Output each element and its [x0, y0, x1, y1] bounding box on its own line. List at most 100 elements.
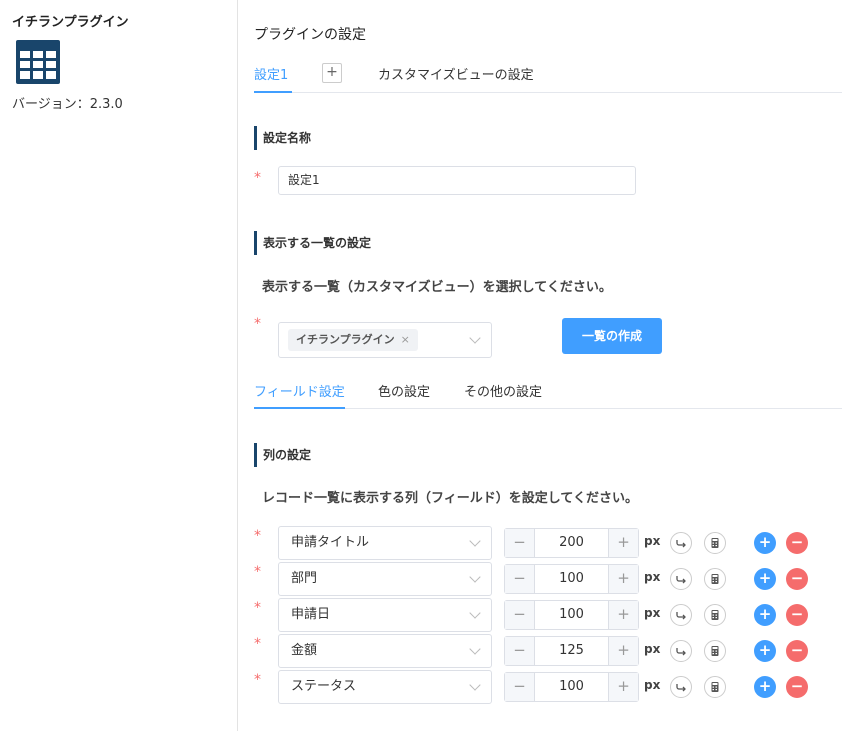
- decrement-button[interactable]: −: [505, 529, 535, 557]
- add-row-button[interactable]: +: [754, 604, 776, 626]
- wrap-arrow-icon: [676, 612, 686, 620]
- required-mark: *: [254, 672, 261, 688]
- calculator-button[interactable]: [704, 532, 726, 554]
- tag-close-icon[interactable]: ×: [401, 333, 410, 346]
- tab-field-settings[interactable]: フィールド設定: [254, 381, 345, 409]
- plus-icon: +: [758, 533, 772, 551]
- tag-label: イチランプラグイン: [296, 333, 395, 346]
- chevron-down-icon: [469, 535, 481, 547]
- remove-row-button[interactable]: −: [786, 604, 808, 626]
- width-stepper: − 100 +: [504, 672, 639, 702]
- width-input[interactable]: 200: [535, 529, 608, 557]
- wrap-toggle-button[interactable]: [670, 604, 692, 626]
- increment-button[interactable]: +: [608, 673, 638, 701]
- width-input[interactable]: 100: [535, 673, 608, 701]
- table-grid-icon: [16, 40, 60, 84]
- required-mark: *: [254, 600, 261, 616]
- calculator-button[interactable]: [704, 568, 726, 590]
- chevron-down-icon: [469, 643, 481, 655]
- width-input[interactable]: 100: [535, 601, 608, 629]
- minus-icon: −: [790, 533, 804, 551]
- chevron-down-icon: [469, 607, 481, 619]
- column-row: * 部門 − 100 + px + −: [254, 562, 842, 596]
- add-tab-button[interactable]: +: [322, 63, 342, 83]
- required-mark: *: [254, 316, 261, 332]
- section-header-setting-name: 設定名称: [254, 126, 311, 150]
- width-input[interactable]: 125: [535, 637, 608, 665]
- tab-color-settings[interactable]: 色の設定: [378, 381, 430, 409]
- field-select-value: 金額: [291, 643, 318, 658]
- increment-button[interactable]: +: [608, 529, 638, 557]
- calculator-button[interactable]: [704, 604, 726, 626]
- field-select[interactable]: 申請タイトル: [278, 526, 492, 560]
- unit-label: px: [644, 570, 661, 584]
- add-row-button[interactable]: +: [754, 568, 776, 590]
- increment-button[interactable]: +: [608, 601, 638, 629]
- view-multi-select[interactable]: イチランプラグイン ×: [278, 322, 492, 358]
- field-select-value: ステータス: [291, 679, 357, 694]
- remove-row-button[interactable]: −: [786, 532, 808, 554]
- increment-button[interactable]: +: [608, 565, 638, 593]
- remove-row-button[interactable]: −: [786, 568, 808, 590]
- required-mark: *: [254, 528, 261, 544]
- field-select-value: 申請タイトル: [291, 535, 370, 550]
- field-select-value: 申請日: [291, 607, 331, 622]
- wrap-arrow-icon: [676, 684, 686, 692]
- plugin-name: イチランプラグイン: [12, 15, 129, 30]
- minus-icon: −: [790, 677, 804, 695]
- wrap-toggle-button[interactable]: [670, 532, 692, 554]
- add-row-button[interactable]: +: [754, 532, 776, 554]
- field-select[interactable]: 申請日: [278, 598, 492, 632]
- wrap-arrow-icon: [676, 540, 686, 548]
- calculator-icon: [711, 610, 719, 620]
- calculator-icon: [711, 682, 719, 692]
- selected-view-tag: イチランプラグイン ×: [288, 329, 418, 351]
- field-select[interactable]: 部門: [278, 562, 492, 596]
- list-setting-description: 表示する一覧（カスタマイズビュー）を選択してください。: [262, 280, 612, 295]
- decrement-button[interactable]: −: [505, 565, 535, 593]
- section-header-list-setting: 表示する一覧の設定: [254, 231, 371, 255]
- section-header-column-setting: 列の設定: [254, 443, 311, 467]
- field-tabs: フィールド設定 色の設定 その他の設定: [254, 377, 842, 409]
- wrap-toggle-button[interactable]: [670, 640, 692, 662]
- plus-icon: +: [758, 641, 772, 659]
- calculator-button[interactable]: [704, 640, 726, 662]
- setting-name-input[interactable]: 設定1: [278, 166, 636, 195]
- decrement-button[interactable]: −: [505, 637, 535, 665]
- width-input[interactable]: 100: [535, 565, 608, 593]
- column-row: * 金額 − 125 + px + −: [254, 634, 842, 668]
- required-mark: *: [254, 170, 261, 186]
- required-mark: *: [254, 564, 261, 580]
- plugin-version: バージョン：2.3.0: [12, 97, 123, 112]
- plus-icon: +: [758, 569, 772, 587]
- wrap-toggle-button[interactable]: [670, 676, 692, 698]
- remove-row-button[interactable]: −: [786, 676, 808, 698]
- wrap-toggle-button[interactable]: [670, 568, 692, 590]
- column-row: * ステータス − 100 + px + −: [254, 670, 842, 704]
- add-row-button[interactable]: +: [754, 676, 776, 698]
- wrap-arrow-icon: [676, 648, 686, 656]
- remove-row-button[interactable]: −: [786, 640, 808, 662]
- field-select[interactable]: ステータス: [278, 670, 492, 704]
- column-row: * 申請日 − 100 + px + −: [254, 598, 842, 632]
- unit-label: px: [644, 678, 661, 692]
- sidebar: イチランプラグイン バージョン：2.3.0: [0, 0, 238, 731]
- minus-icon: −: [790, 641, 804, 659]
- decrement-button[interactable]: −: [505, 601, 535, 629]
- increment-button[interactable]: +: [608, 637, 638, 665]
- tab-customize-view[interactable]: カスタマイズビューの設定: [378, 64, 534, 83]
- add-row-button[interactable]: +: [754, 640, 776, 662]
- minus-icon: −: [790, 569, 804, 587]
- minus-icon: −: [790, 605, 804, 623]
- create-list-button[interactable]: 一覧の作成: [562, 318, 662, 354]
- width-stepper: − 125 +: [504, 636, 639, 666]
- field-select[interactable]: 金額: [278, 634, 492, 668]
- page-title: プラグインの設定: [254, 27, 366, 43]
- tab-other-settings[interactable]: その他の設定: [464, 381, 542, 409]
- calculator-button[interactable]: [704, 676, 726, 698]
- calculator-icon: [711, 574, 719, 584]
- width-stepper: − 200 +: [504, 528, 639, 558]
- decrement-button[interactable]: −: [505, 673, 535, 701]
- chevron-down-icon: [469, 332, 481, 344]
- tab-setting-1[interactable]: 設定1: [254, 64, 293, 93]
